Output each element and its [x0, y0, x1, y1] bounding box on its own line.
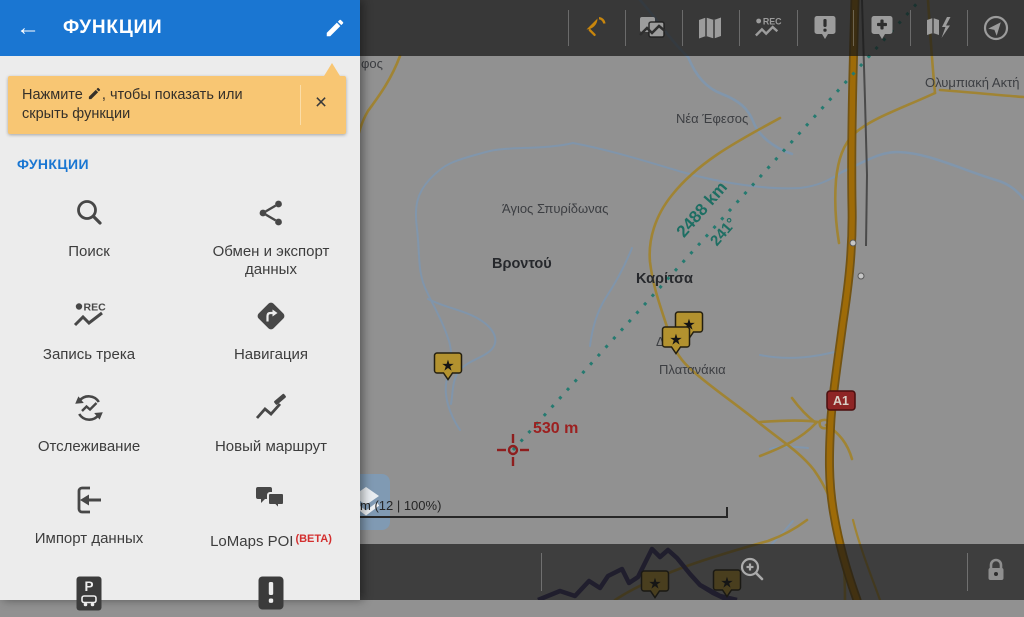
waypoint-marker[interactable]: ★ — [435, 353, 462, 380]
beta-badge: (BETA) — [295, 533, 331, 545]
svg-text:P: P — [84, 579, 93, 594]
map-icon — [697, 16, 723, 40]
add-point-button[interactable] — [868, 14, 896, 42]
road-badge-a1: A1 — [827, 391, 855, 410]
svg-text:φος: φος — [361, 56, 383, 71]
tooltip-text: Нажмите , чтобы показать или скрыть функ… — [22, 86, 292, 124]
edit-pencil-button[interactable] — [324, 17, 346, 39]
pencil-icon — [87, 86, 102, 101]
alert-bubble-icon — [812, 14, 838, 42]
svg-text:Καρίτσα: Καρίτσα — [636, 271, 693, 287]
function-item-track-recording[interactable]: REC Запись трека — [4, 288, 174, 364]
toolbar-separator — [568, 10, 569, 46]
lock-map-button[interactable] — [985, 557, 1007, 585]
tracks-icon — [639, 15, 667, 41]
bearing-line — [513, 0, 920, 450]
bottombar-separator — [967, 553, 968, 591]
svg-text:Βροντού: Βροντού — [492, 256, 552, 272]
highway-a1 — [829, 0, 857, 600]
gps-button[interactable] — [582, 14, 610, 42]
tooltip-separator — [300, 85, 301, 125]
function-item-lomaps-poi[interactable]: LoMaps POI(BETA) — [186, 472, 356, 551]
back-button[interactable]: ← — [15, 15, 41, 41]
exclamation-icon — [258, 576, 284, 610]
share-icon — [256, 198, 286, 228]
svg-text:REC: REC — [84, 302, 107, 314]
function-label: LoMaps POI(BETA) — [196, 530, 346, 551]
map-scale-line — [300, 516, 728, 518]
tracks-manager-button[interactable] — [639, 14, 667, 42]
lock-icon — [985, 557, 1007, 585]
toolbar-separator — [910, 10, 911, 46]
tooltip-text-prefix: Нажмите — [22, 87, 83, 103]
toolbar-separator — [853, 10, 854, 46]
map-scale-tick — [726, 507, 728, 518]
compass-arrow-icon — [982, 14, 1010, 42]
function-label: Импорт данных — [14, 530, 164, 548]
function-item-parking[interactable]: P — [76, 576, 102, 617]
star-icon: ★ — [441, 358, 454, 375]
svg-text:REC: REC — [763, 16, 782, 26]
bottombar-separator — [541, 553, 542, 591]
new-route-icon — [254, 391, 288, 425]
svg-text:Πλατανάκια: Πλατανάκια — [659, 362, 726, 377]
function-item-share-export[interactable]: Обмен и экспорт данных — [186, 185, 356, 279]
star-icon: ★ — [669, 332, 682, 349]
search-icon — [72, 196, 106, 230]
svg-text:A1: A1 — [833, 394, 849, 408]
section-label-functions: ФУНКЦИИ — [17, 156, 89, 172]
svg-text:Νέα Έφεσος: Νέα Έφεσος — [676, 111, 748, 126]
parking-icon: P — [76, 576, 102, 612]
toolbar-separator — [682, 10, 683, 46]
add-bubble-icon — [869, 14, 895, 42]
function-item-search[interactable]: Поиск — [4, 185, 174, 261]
toolbar-separator — [739, 10, 740, 46]
tooltip-pointer — [324, 63, 340, 76]
function-label: Обмен и экспорт данных — [196, 243, 346, 279]
function-label: Отслеживание — [14, 438, 164, 456]
tracking-icon — [72, 391, 106, 425]
toolbar-separator — [967, 10, 968, 46]
map-scale-text: m (12 | 100%) — [360, 498, 441, 513]
track-record-button[interactable]: REC — [754, 14, 782, 42]
map-switch-icon — [925, 15, 953, 41]
track-record-icon: REC — [754, 15, 782, 41]
waypoint-marker[interactable]: ★ — [663, 327, 690, 354]
hint-tooltip: Нажмите , чтобы показать или скрыть функ… — [8, 76, 346, 134]
zoom-button[interactable] — [738, 555, 768, 585]
import-icon — [73, 484, 105, 516]
maps-manager-button[interactable] — [696, 14, 724, 42]
function-item-import-data[interactable]: Импорт данных — [4, 472, 174, 548]
bearing-labels: 2488 km 241° — [673, 178, 741, 250]
function-label: Поиск — [14, 243, 164, 261]
quick-map-switch-button[interactable] — [925, 14, 953, 42]
toolbar-separator — [625, 10, 626, 46]
function-label: Навигация — [196, 346, 346, 364]
svg-text:Ολυμπιακή Ακτή: Ολυμπιακή Ακτή — [925, 75, 1019, 90]
function-item-navigation[interactable]: Навигация — [186, 288, 356, 364]
function-item-tracking[interactable]: Отслеживание — [4, 380, 174, 456]
measure-distance-label: 530 m — [533, 420, 578, 437]
lomaps-poi-icon — [254, 484, 288, 516]
navigation-icon — [254, 299, 288, 333]
function-label: Запись трека — [14, 346, 164, 364]
function-label: Новый маршрут — [196, 438, 346, 456]
page-title: ФУНКЦИИ — [63, 17, 162, 39]
zoom-in-icon — [738, 555, 768, 585]
toolbar-separator — [797, 10, 798, 46]
center-map-button[interactable] — [982, 14, 1010, 42]
function-item-new-route[interactable]: Новый маршрут — [186, 380, 356, 456]
poi-alert-button[interactable] — [811, 14, 839, 42]
panel-header: ← ФУНКЦИИ — [0, 0, 360, 56]
svg-text:241°: 241° — [707, 215, 740, 250]
close-icon[interactable]: × — [304, 91, 338, 115]
satellite-dish-icon — [583, 15, 609, 41]
svg-text:Άγιος Σπυρίδωνας: Άγιος Σπυρίδωνας — [502, 201, 608, 216]
lomaps-poi-label: LoMaps POI — [210, 533, 293, 550]
roads — [357, 0, 1024, 600]
functions-panel: ← ФУНКЦИИ Нажмите , чтобы показать или с… — [0, 0, 360, 600]
track-record-icon: REC — [70, 300, 108, 332]
function-item-warning[interactable] — [258, 576, 284, 615]
